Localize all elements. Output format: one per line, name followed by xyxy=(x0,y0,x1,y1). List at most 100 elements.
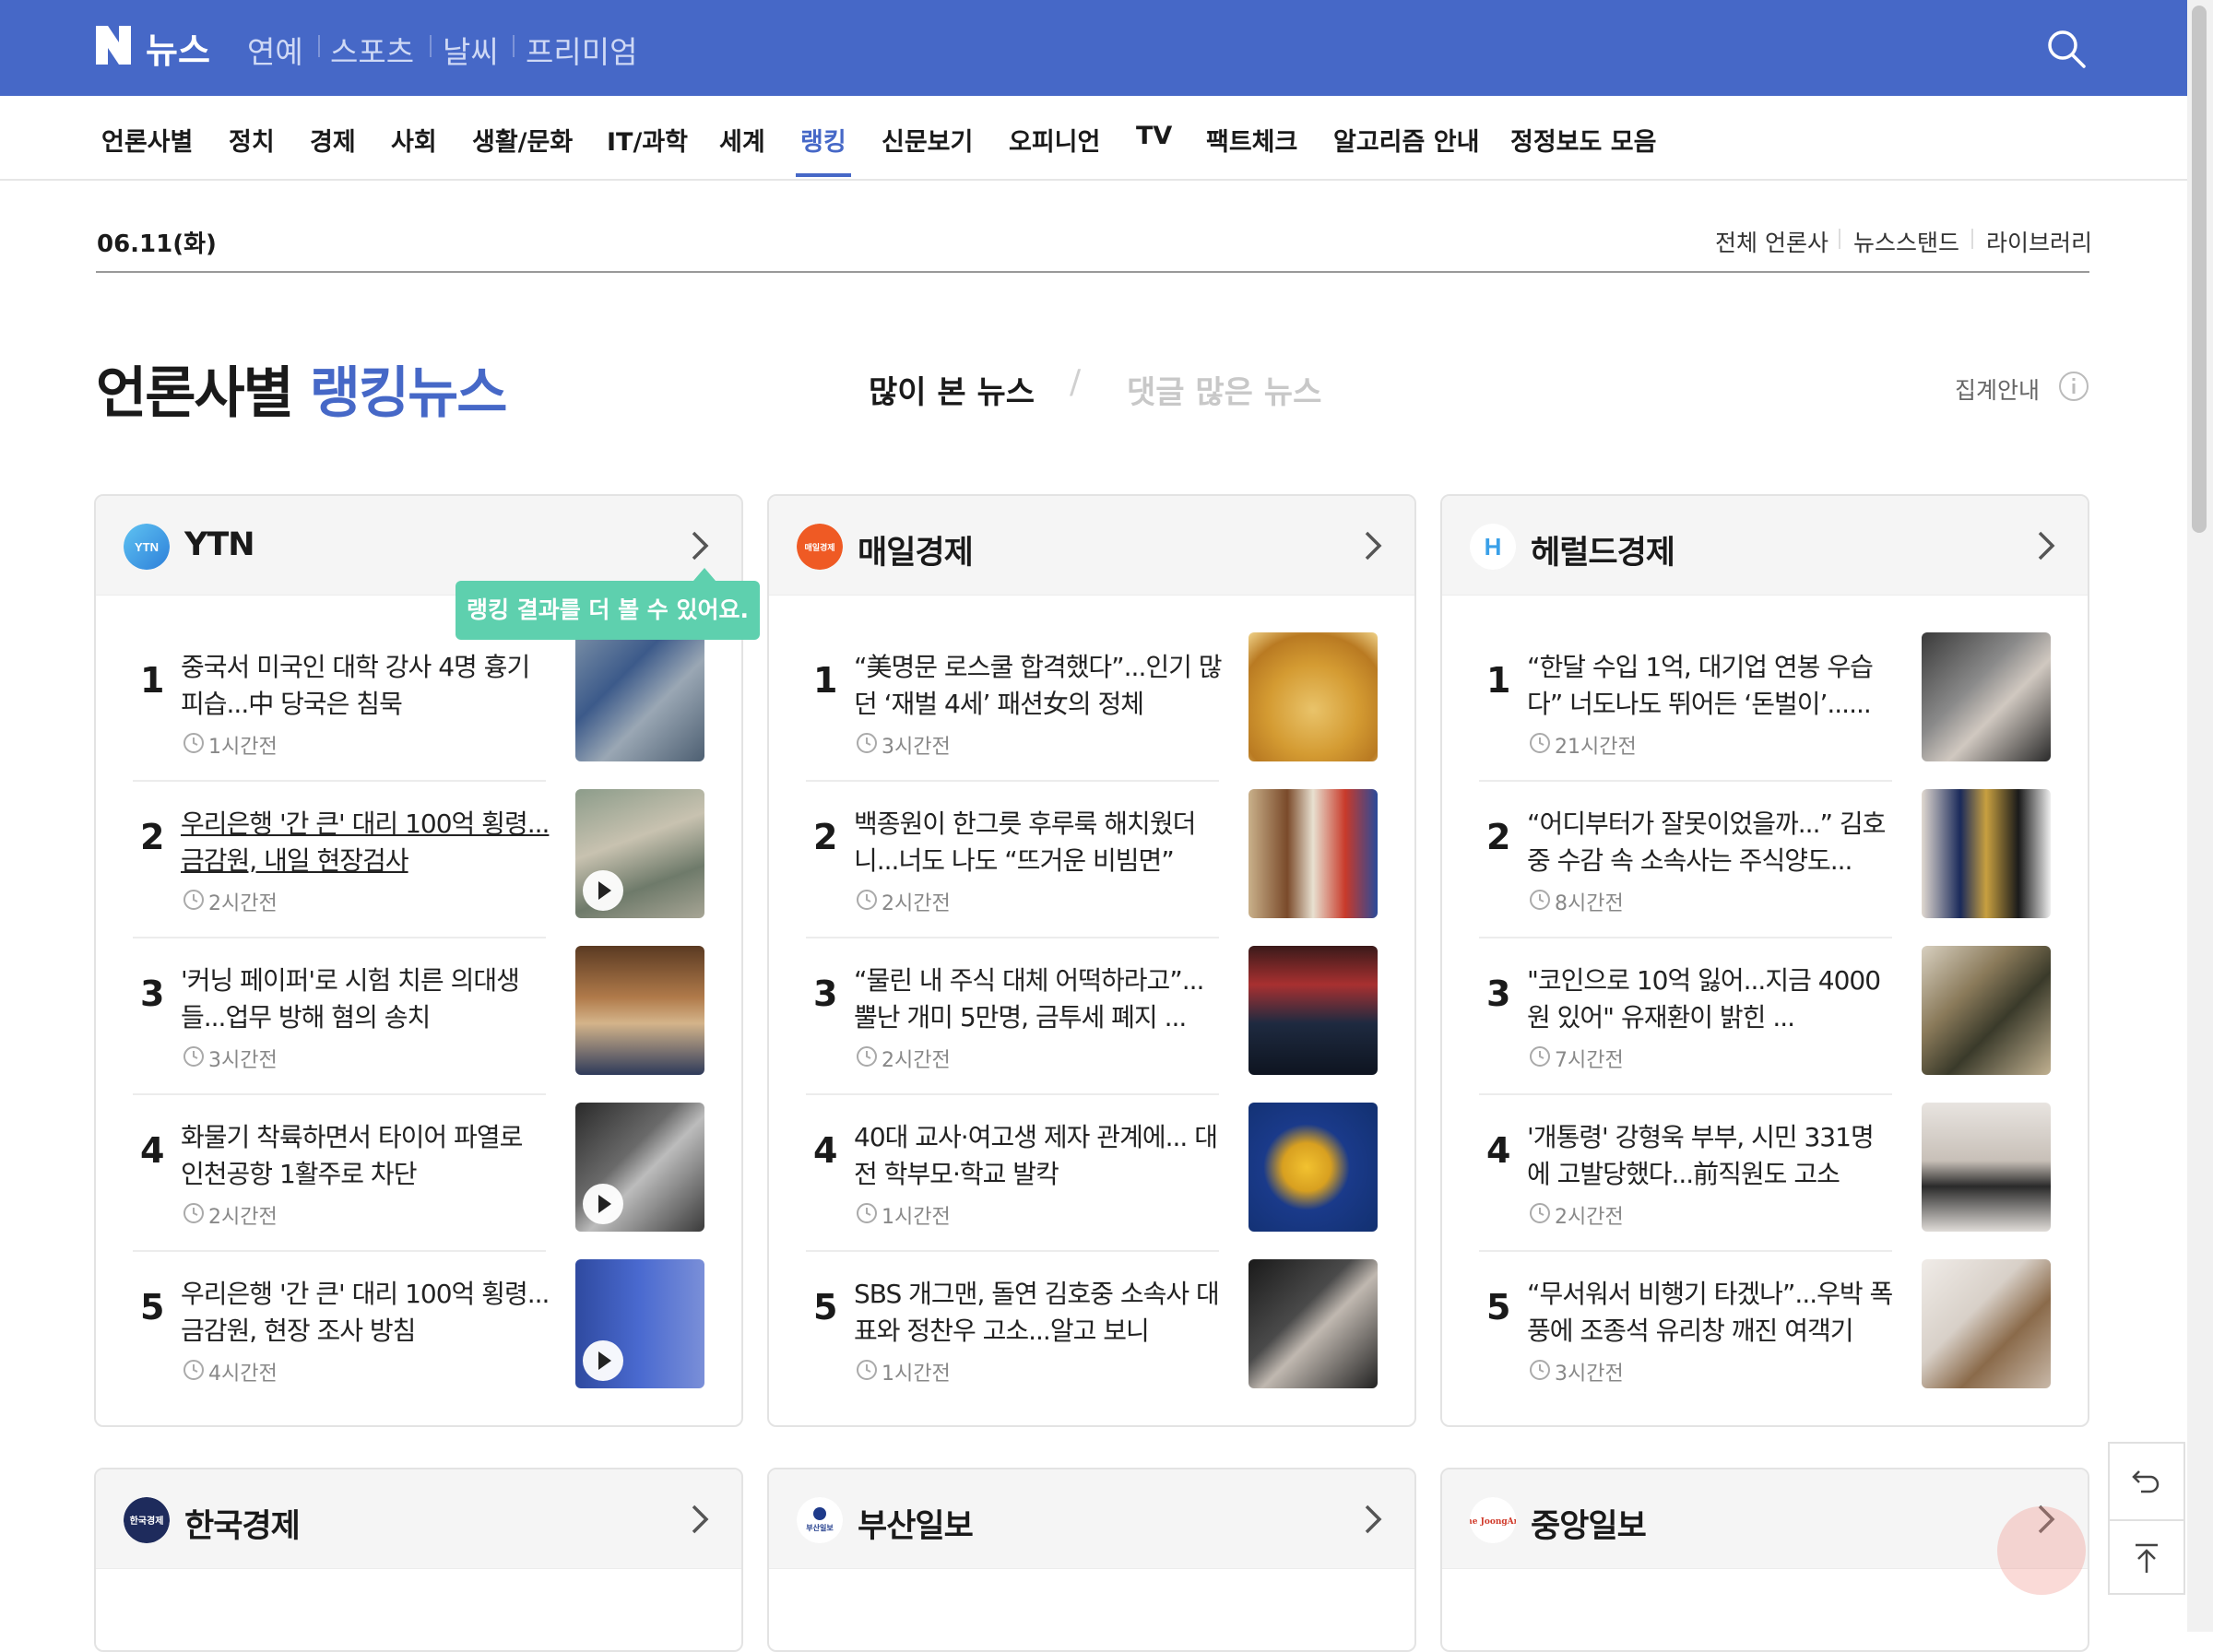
article-title[interactable]: 우리은행 '간 큰' 대리 100억 횡령...금감원, 내일 현장검사 xyxy=(181,806,550,879)
nav-item-opinion[interactable]: 오피니언 xyxy=(1009,122,1100,158)
ranking-item[interactable]: 3 '커닝 페이퍼'로 시험 치른 의대생들...업무 방해 혐의 송치 3시간… xyxy=(133,946,710,1103)
article-thumbnail[interactable] xyxy=(1249,946,1378,1075)
article-title[interactable]: '개통령' 강형욱 부부, 시민 331명에 고발당했다...前직원도 고소 xyxy=(1527,1119,1896,1193)
ranking-item[interactable]: 2 백종원이 한그릇 후루룩 해치웠더니...너도 나도 “뜨거운 비빔면” 2… xyxy=(806,789,1383,946)
play-icon[interactable] xyxy=(583,870,623,911)
play-icon[interactable] xyxy=(583,1340,623,1381)
service-link-weather[interactable]: 날씨 xyxy=(443,28,499,72)
item-divider xyxy=(133,780,546,782)
nav-item-corrections[interactable]: 정정보도 모음 xyxy=(1510,122,1656,158)
service-link-entertainment[interactable]: 연예 xyxy=(247,28,303,72)
naver-logo[interactable] xyxy=(96,26,131,65)
ranking-item[interactable]: 3 "코인으로 10억 잃어...지금 4000원 있어" 유재환이 밝힌 ..… xyxy=(1479,946,2056,1103)
ranking-item[interactable]: 2 우리은행 '간 큰' 대리 100억 횡령...금감원, 내일 현장검사 2… xyxy=(133,789,710,946)
press-card-header[interactable]: 부산일보 부산일보 xyxy=(769,1469,1414,1569)
news-home-link[interactable]: 뉴스 xyxy=(146,22,210,73)
article-title[interactable]: '커닝 페이퍼'로 시험 치른 의대생들...업무 방해 혐의 송치 xyxy=(181,962,550,1036)
ranking-tooltip[interactable]: 랭킹 결과를 더 볼 수 있어요. xyxy=(456,568,760,640)
tab-most-comments[interactable]: 댓글 많은 뉴스 xyxy=(1127,367,1321,412)
article-thumbnail[interactable] xyxy=(1922,789,2051,918)
press-name[interactable]: 한국경제 xyxy=(184,1500,301,1547)
article-thumbnail[interactable] xyxy=(575,946,704,1075)
article-title[interactable]: “어디부터가 잘못이었을까...” 김호중 수감 속 소속사는 주식양도... xyxy=(1527,806,1896,879)
article-title[interactable]: 40대 교사·여고생 제자 관계에... 대전 학부모·학교 발칵 xyxy=(854,1119,1223,1193)
nav-item-ranking[interactable]: 랭킹 xyxy=(800,122,846,158)
scrollbar-thumb[interactable] xyxy=(2192,6,2207,533)
service-link-sports[interactable]: 스포츠 xyxy=(330,28,414,72)
article-thumbnail[interactable] xyxy=(1922,1103,2051,1232)
nav-item-life-culture[interactable]: 생활/문화 xyxy=(472,122,573,158)
ranking-item[interactable]: 1 “한달 수입 1억, 대기업 연봉 우습다” 너도나도 뛰어든 ‘돈벌이’.… xyxy=(1479,632,2056,789)
article-thumbnail[interactable] xyxy=(1249,789,1378,918)
floating-action-button[interactable] xyxy=(1997,1506,2086,1595)
nav-item-economy[interactable]: 경제 xyxy=(310,122,356,158)
article-time: 4시간전 xyxy=(208,1363,278,1386)
article-title[interactable]: 화물기 착륙하면서 타이어 파열로 인천공항 1활주로 차단 xyxy=(181,1119,550,1193)
press-name[interactable]: 매일경제 xyxy=(858,526,974,573)
article-title[interactable]: “美명문 로스쿨 합격했다”...인기 많던 ‘재벌 4세’ 패션女의 정체 xyxy=(854,649,1223,723)
search-icon[interactable] xyxy=(2045,28,2088,70)
nav-item-society[interactable]: 사회 xyxy=(391,122,437,158)
article-title[interactable]: "코인으로 10억 잃어...지금 4000원 있어" 유재환이 밝힌 ... xyxy=(1527,962,1896,1036)
ranking-item[interactable]: 5 “무서워서 비행기 타겠나”...우박 폭풍에 조종석 유리창 깨진 여객기… xyxy=(1479,1259,2056,1416)
article-title[interactable]: 우리은행 '간 큰' 대리 100억 횡령...금감원, 현장 조사 방침 xyxy=(181,1276,550,1350)
ranking-item[interactable]: 1 중국서 미국인 대학 강사 4명 흉기 피습...中 당국은 침묵 1시간전 xyxy=(133,632,710,789)
article-title[interactable]: 중국서 미국인 대학 강사 4명 흉기 피습...中 당국은 침묵 xyxy=(181,649,550,723)
nav-item-algorithm[interactable]: 알고리즘 안내 xyxy=(1333,122,1479,158)
article-thumbnail[interactable] xyxy=(1249,632,1378,761)
article-thumbnail[interactable] xyxy=(575,789,704,918)
article-thumbnail[interactable] xyxy=(1249,1259,1378,1388)
nav-item-tv[interactable]: TV xyxy=(1136,122,1172,150)
info-icon[interactable] xyxy=(2058,371,2089,402)
press-card-header[interactable]: The JoongAng 중앙일보 xyxy=(1442,1469,2088,1569)
article-thumbnail[interactable] xyxy=(575,1103,704,1232)
link-all-press[interactable]: 전체 언론사 xyxy=(1715,225,1828,258)
aggregate-info-link[interactable]: 집계안내 xyxy=(1955,372,2040,406)
press-card-header[interactable]: 한국경제 한국경제 xyxy=(96,1469,741,1569)
ranking-item[interactable]: 4 40대 교사·여고생 제자 관계에... 대전 학부모·학교 발칵 1시간전 xyxy=(806,1103,1383,1259)
press-card-header[interactable]: H 헤럴드경제 xyxy=(1442,496,2088,596)
nav-item-press[interactable]: 언론사별 xyxy=(101,122,193,158)
article-title[interactable]: “무서워서 비행기 타겠나”...우박 폭풍에 조종석 유리창 깨진 여객기 xyxy=(1527,1276,1896,1350)
press-name[interactable]: 중앙일보 xyxy=(1531,1500,1647,1547)
article-title[interactable]: “물린 내 주식 대체 어떡하라고”... 뿔난 개미 5만명, 금투세 폐지 … xyxy=(854,962,1223,1036)
article-title[interactable]: 백종원이 한그릇 후루룩 해치웠더니...너도 나도 “뜨거운 비빔면” xyxy=(854,806,1223,879)
press-name[interactable]: YTN xyxy=(184,526,255,563)
play-icon[interactable] xyxy=(583,1184,623,1224)
ranking-item[interactable]: 2 “어디부터가 잘못이었을까...” 김호중 수감 속 소속사는 주식양도..… xyxy=(1479,789,2056,946)
ranking-item[interactable]: 4 '개통령' 강형욱 부부, 시민 331명에 고발당했다...前직원도 고소… xyxy=(1479,1103,2056,1259)
article-thumbnail[interactable] xyxy=(575,1259,704,1388)
chevron-right-icon[interactable] xyxy=(1359,529,1385,562)
link-newsstand[interactable]: 뉴스스탠드 xyxy=(1853,225,1959,258)
article-title[interactable]: SBS 개그맨, 돌연 김호중 소속사 대표와 정찬우 고소...알고 보니 xyxy=(854,1276,1223,1350)
article-title[interactable]: “한달 수입 1억, 대기업 연봉 우습다” 너도나도 뛰어든 ‘돈벌이’...… xyxy=(1527,649,1896,723)
nav-item-factcheck[interactable]: 팩트체크 xyxy=(1206,122,1297,158)
chevron-right-icon[interactable] xyxy=(686,529,712,562)
chevron-right-icon[interactable] xyxy=(1359,1503,1385,1536)
ranking-item[interactable]: 3 “물린 내 주식 대체 어떡하라고”... 뿔난 개미 5만명, 금투세 폐… xyxy=(806,946,1383,1103)
chevron-right-icon[interactable] xyxy=(686,1503,712,1536)
article-thumbnail[interactable] xyxy=(1922,946,2051,1075)
scroll-top-button[interactable] xyxy=(2110,1521,2183,1595)
press-name[interactable]: 헤럴드경제 xyxy=(1531,526,1675,573)
chevron-right-icon[interactable] xyxy=(2032,529,2058,562)
article-time: 3시간전 xyxy=(1555,1363,1624,1386)
tab-most-viewed[interactable]: 많이 본 뉴스 xyxy=(869,367,1035,412)
press-card-header[interactable]: 매일경제 매일경제 xyxy=(769,496,1414,596)
ranking-item[interactable]: 5 우리은행 '간 큰' 대리 100억 횡령...금감원, 현장 조사 방침 … xyxy=(133,1259,710,1416)
ranking-item[interactable]: 5 SBS 개그맨, 돌연 김호중 소속사 대표와 정찬우 고소...알고 보니… xyxy=(806,1259,1383,1416)
nav-item-politics[interactable]: 정치 xyxy=(229,122,275,158)
nav-item-newspaper[interactable]: 신문보기 xyxy=(882,122,973,158)
ranking-item[interactable]: 4 화물기 착륙하면서 타이어 파열로 인천공항 1활주로 차단 2시간전 xyxy=(133,1103,710,1259)
nav-item-it-science[interactable]: IT/과학 xyxy=(607,122,688,158)
link-library[interactable]: 라이브러리 xyxy=(1986,225,2092,258)
article-thumbnail[interactable] xyxy=(1922,1259,2051,1388)
article-thumbnail[interactable] xyxy=(1249,1103,1378,1232)
back-button[interactable] xyxy=(2110,1444,2183,1517)
nav-item-world[interactable]: 세계 xyxy=(719,122,765,158)
article-thumbnail[interactable] xyxy=(575,632,704,761)
press-name[interactable]: 부산일보 xyxy=(858,1500,974,1547)
service-link-premium[interactable]: 프리미엄 xyxy=(526,28,637,72)
article-thumbnail[interactable] xyxy=(1922,632,2051,761)
ranking-item[interactable]: 1 “美명문 로스쿨 합격했다”...인기 많던 ‘재벌 4세’ 패션女의 정체… xyxy=(806,632,1383,789)
